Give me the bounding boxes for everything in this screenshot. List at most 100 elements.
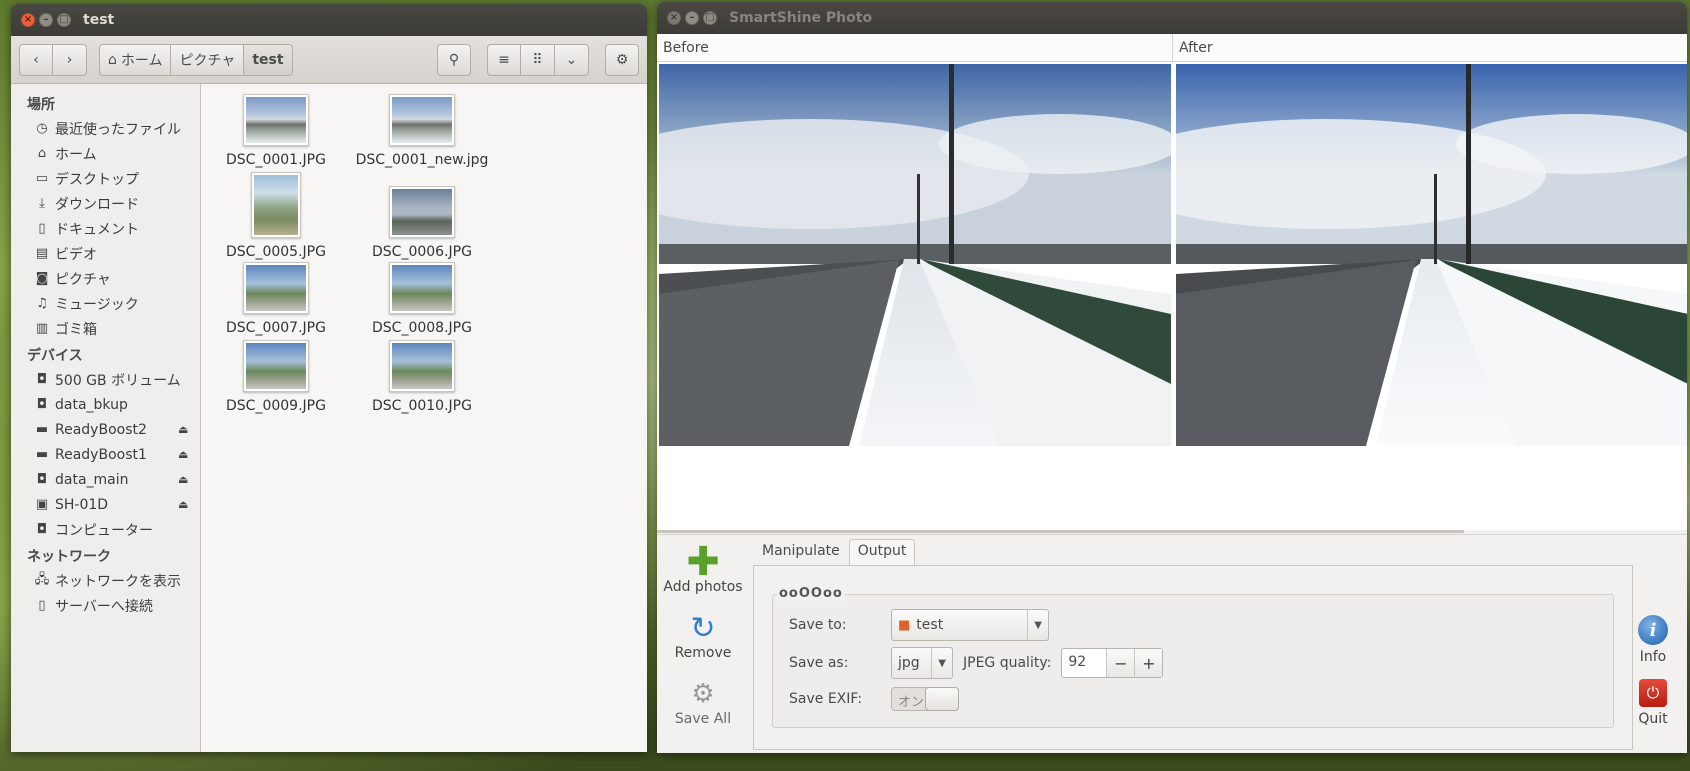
forward-button[interactable]: ›: [53, 43, 87, 76]
breadcrumb-pictures[interactable]: ピクチャ: [171, 43, 245, 76]
drive-icon: ◘: [36, 372, 48, 387]
file-manager-toolbar: ‹ › ⌂ ホーム ピクチャ test ⚲ ≡ ⠿ ⌄ ⚙: [11, 36, 647, 84]
save-all-button[interactable]: ⚙ Save All: [657, 677, 749, 743]
decrement-button[interactable]: −: [1106, 649, 1135, 677]
back-button[interactable]: ‹: [19, 43, 53, 76]
toggle-state: オン: [898, 695, 925, 710]
file-name: DSC_0001_new.jpg: [355, 152, 489, 168]
sidebar-item-label: ゴミ箱: [55, 321, 97, 338]
after-label: After: [1179, 40, 1213, 56]
save-exif-label: Save EXIF:: [789, 691, 863, 707]
power-icon: ⏻: [1639, 679, 1667, 707]
breadcrumb-label: test: [252, 51, 284, 68]
sidebar-item-device[interactable]: ▬ ReadyBoost1 ⏏: [11, 442, 200, 467]
sidebar-item-trash[interactable]: ▥ ゴミ箱: [11, 316, 200, 341]
document-icon: ▯: [38, 221, 46, 236]
sidebar-item-recent[interactable]: ◷ 最近使ったファイル: [11, 116, 200, 141]
sidebar-item-music[interactable]: ♫ ミュージック: [11, 291, 200, 316]
sidebar-item-videos[interactable]: ▤ ビデオ: [11, 241, 200, 266]
usb-drive-icon: ▬: [35, 422, 49, 437]
sidebar-item-device[interactable]: ▬ ReadyBoost2 ⏏: [11, 417, 200, 442]
sidebar-item-device[interactable]: ◘ data_main ⏏: [11, 467, 200, 492]
maximize-icon[interactable]: □: [57, 13, 71, 27]
frame-title: ooOOoo: [777, 586, 845, 601]
smartshine-titlebar[interactable]: × – □ SmartShine Photo: [657, 2, 1687, 34]
grid-icon: ⠿: [532, 51, 543, 68]
list-view-button[interactable]: ≡: [487, 43, 521, 76]
sidebar-header-network: ネットワーク: [27, 549, 111, 565]
info-button[interactable]: i Info: [1623, 615, 1683, 679]
sidebar-item-label: ピクチャ: [55, 271, 111, 288]
drive-icon: ◘: [36, 522, 48, 537]
minimize-icon[interactable]: –: [39, 13, 53, 27]
sidebar-item-desktop[interactable]: ▭ デスクトップ: [11, 166, 200, 191]
folder-icon: ■: [898, 617, 911, 633]
sidebar-item-browse-network[interactable]: 🖧 ネットワークを表示: [11, 568, 200, 593]
sidebar-item-downloads[interactable]: ⤓ ダウンロード: [11, 191, 200, 216]
chevron-down-icon: ▼: [1027, 610, 1042, 640]
breadcrumb-test[interactable]: test: [244, 43, 293, 76]
quit-button[interactable]: ⏻ Quit: [1623, 679, 1683, 743]
save-to-folder-select[interactable]: ■ test ▼: [891, 609, 1049, 641]
file-item[interactable]: DSC_0010.JPG: [347, 340, 497, 414]
sidebar-header-devices: デバイス: [27, 348, 83, 364]
sidebar-item-label: 最近使ったファイル: [55, 121, 181, 138]
increment-button[interactable]: +: [1134, 649, 1163, 677]
file-item[interactable]: DSC_0008.JPG: [347, 262, 497, 336]
grid-view-button[interactable]: ⠿: [521, 43, 555, 76]
close-icon[interactable]: ×: [21, 13, 35, 27]
view-options-button[interactable]: ⌄: [555, 43, 589, 76]
file-name: DSC_0009.JPG: [226, 398, 326, 414]
save-to-value: test: [916, 617, 944, 633]
sidebar-item-home[interactable]: ⌂ ホーム: [11, 141, 200, 166]
sidebar-item-label: data_bkup: [55, 396, 128, 413]
sidebar-item-label: デスクトップ: [55, 171, 139, 188]
save-to-label: Save to:: [789, 617, 847, 633]
minimize-icon[interactable]: –: [685, 11, 699, 25]
image-thumbnail: [389, 186, 455, 238]
eject-icon[interactable]: ⏏: [178, 473, 200, 486]
sidebar-item-pictures[interactable]: ◙ ピクチャ: [11, 266, 200, 291]
drive-icon: ◘: [36, 397, 48, 412]
settings-button[interactable]: ⚙: [605, 43, 639, 76]
file-manager-titlebar[interactable]: × – □ test: [11, 4, 647, 36]
sidebar-item-documents[interactable]: ▯ ドキュメント: [11, 216, 200, 241]
jpeg-quality-input[interactable]: 92: [1062, 649, 1106, 677]
window-title: test: [83, 12, 115, 28]
save-as-format-select[interactable]: jpg ▼: [891, 647, 953, 679]
remove-button[interactable]: ↻ Remove: [657, 611, 749, 677]
file-item[interactable]: DSC_0006.JPG: [347, 170, 497, 260]
eject-icon[interactable]: ⏏: [178, 498, 200, 511]
breadcrumb-home[interactable]: ⌂ ホーム: [99, 43, 172, 76]
file-item[interactable]: DSC_0001_new.jpg: [347, 84, 497, 168]
file-item[interactable]: DSC_0001.JPG: [201, 84, 351, 168]
chevron-left-icon: ‹: [33, 51, 39, 68]
eject-icon[interactable]: ⏏: [178, 423, 200, 436]
folder-icon: ▭: [35, 171, 49, 186]
eject-icon[interactable]: ⏏: [178, 448, 200, 461]
output-tab-panel: ooOOoo Save to: ■ test ▼ Save as: jpg ▼ …: [753, 565, 1633, 750]
breadcrumb-label: ホーム: [120, 52, 163, 69]
horizontal-scrollbar[interactable]: [657, 530, 1464, 533]
close-icon[interactable]: ×: [667, 11, 681, 25]
save-all-label: Save All: [674, 711, 732, 727]
tab-manipulate[interactable]: Manipulate: [753, 539, 849, 565]
add-photos-button[interactable]: ✚ Add photos: [657, 542, 749, 611]
file-item[interactable]: DSC_0007.JPG: [201, 262, 351, 336]
search-button[interactable]: ⚲: [437, 43, 471, 76]
maximize-icon[interactable]: □: [703, 11, 717, 25]
breadcrumb: ⌂ ホーム ピクチャ test: [99, 43, 293, 76]
remove-label: Remove: [674, 645, 732, 661]
sidebar-item-device[interactable]: ◘ data_bkup: [11, 392, 200, 417]
tab-output[interactable]: Output: [848, 539, 916, 565]
chevron-right-icon: ›: [66, 51, 73, 68]
sidebar-item-connect-server[interactable]: ▯ サーバーへ接続: [11, 593, 200, 618]
sidebar-item-device[interactable]: ◘ 500 GB ボリューム: [11, 367, 200, 392]
sidebar-item-device[interactable]: ▣ SH-01D ⏏: [11, 492, 200, 517]
file-item[interactable]: DSC_0009.JPG: [201, 340, 351, 414]
file-item[interactable]: DSC_0005.JPG: [201, 170, 351, 260]
save-exif-toggle[interactable]: オン: [891, 687, 959, 711]
sidebar-item-computer[interactable]: ◘ コンピューター: [11, 517, 200, 542]
add-photos-label: Add photos: [663, 579, 743, 595]
tab-bar: Manipulate Output: [753, 539, 916, 565]
